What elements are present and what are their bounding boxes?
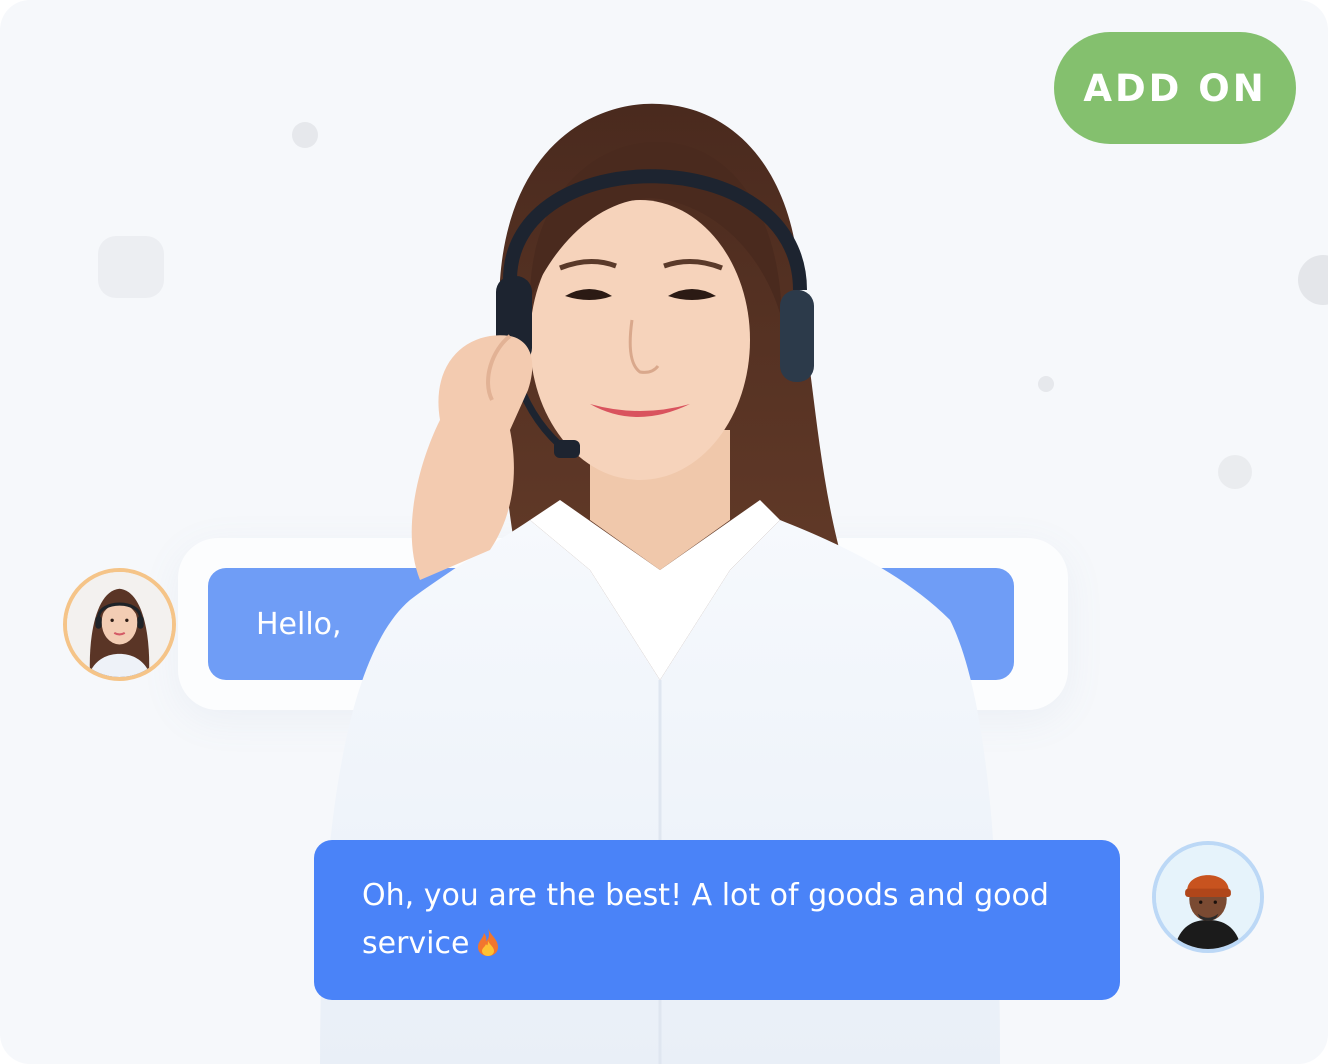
decorative-dot <box>1218 455 1252 489</box>
customer-message-text: Oh, you are the best! A lot of goods and… <box>362 878 1049 961</box>
agent-avatar-icon <box>67 572 172 677</box>
add-on-badge[interactable]: ADD ON <box>1054 32 1296 144</box>
decorative-dot <box>1298 255 1328 305</box>
fire-icon <box>478 928 499 956</box>
agent-avatar[interactable] <box>63 568 176 681</box>
chat-showcase-card: ADD ON Hello, Oh, you are the best! A lo… <box>0 0 1328 1064</box>
customer-avatar-icon <box>1156 845 1260 949</box>
customer-message-bubble: Oh, you are the best! A lot of goods and… <box>314 840 1120 1000</box>
decorative-dot <box>1038 376 1054 392</box>
customer-avatar[interactable] <box>1152 841 1264 953</box>
decorative-square <box>98 236 164 298</box>
